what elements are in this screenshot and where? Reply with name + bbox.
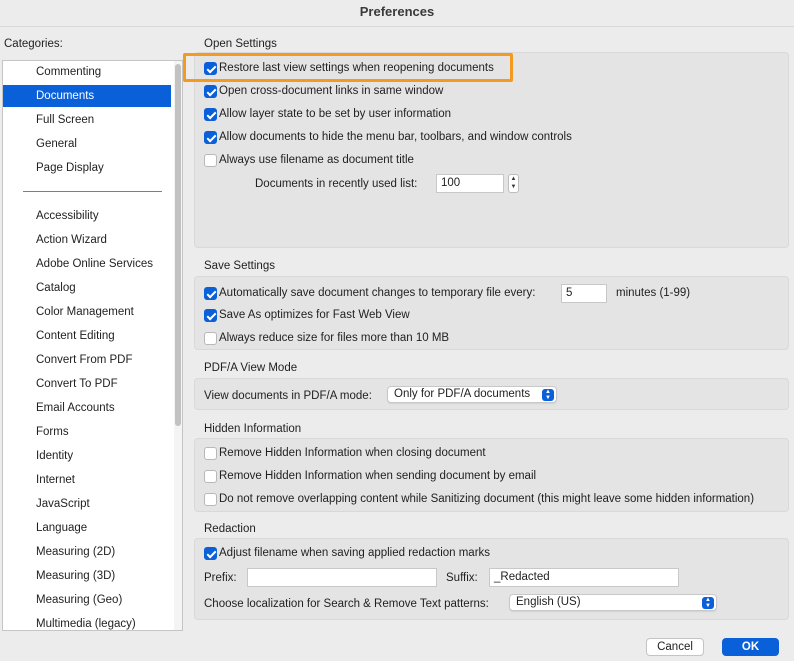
adjust-filename-label: Adjust filename when saving applied reda… [219,547,491,559]
no-remove-overlap-label: Do not remove overlapping content while … [219,493,755,505]
category-forms[interactable]: Forms [3,421,171,443]
pdfa-mode-select[interactable]: Only for PDF/A documents ▲ ▼ [387,386,557,403]
localization-select[interactable]: English (US) ▲ ▼ [509,594,717,611]
category-commenting[interactable]: Commenting [3,61,171,83]
category-measuring-geo[interactable]: Measuring (Geo) [3,589,171,611]
category-adobe-online-services[interactable]: Adobe Online Services [3,253,171,275]
category-separator [23,191,162,192]
category-convert-from-pdf[interactable]: Convert From PDF [3,349,171,371]
localization-value: English (US) [516,596,581,608]
hide-menu-bar-label: Allow documents to hide the menu bar, to… [219,131,572,143]
cancel-button[interactable]: Cancel [646,638,704,656]
chevron-updown-icon: ▲ ▼ [542,389,554,401]
category-color-management[interactable]: Color Management [3,301,171,323]
recent-list-input[interactable]: 100 [436,174,504,193]
autosave-label: Automatically save document changes to t… [219,287,536,299]
category-full-screen[interactable]: Full Screen [3,109,171,131]
filename-title-checkbox[interactable] [204,154,217,167]
layer-state-label: Allow layer state to be set by user info… [219,108,452,120]
category-language[interactable]: Language [3,517,171,539]
recent-list-label: Documents in recently used list: [255,178,418,190]
no-remove-overlap-checkbox[interactable] [204,493,217,506]
filename-title-label: Always use filename as document title [219,154,414,166]
save-settings-title: Save Settings [204,260,275,272]
category-content-editing[interactable]: Content Editing [3,325,171,347]
recent-list-stepper[interactable]: ▲ ▼ [508,174,519,193]
category-internet[interactable]: Internet [3,469,171,491]
fast-web-view-label: Save As optimizes for Fast Web View [219,309,410,321]
redaction-title: Redaction [204,523,256,535]
localization-label: Choose localization for Search & Remove … [204,598,489,610]
category-catalog[interactable]: Catalog [3,277,171,299]
cross-doc-links-label: Open cross-document links in same window [219,85,444,97]
layer-state-checkbox[interactable] [204,108,217,121]
adjust-filename-checkbox[interactable] [204,547,217,560]
remove-hidden-closing-checkbox[interactable] [204,447,217,460]
category-identity[interactable]: Identity [3,445,171,467]
window-title: Preferences [0,0,794,27]
ok-button[interactable]: OK [722,638,779,656]
reduce-size-label: Always reduce size for files more than 1… [219,332,450,344]
prefix-input[interactable] [247,568,437,587]
category-javascript[interactable]: JavaScript [3,493,171,515]
hide-menu-bar-checkbox[interactable] [204,131,217,144]
category-general[interactable]: General [3,133,171,155]
remove-hidden-email-label: Remove Hidden Information when sending d… [219,470,537,482]
categories-scroll-thumb[interactable] [175,64,181,426]
pdfa-title: PDF/A View Mode [204,362,298,374]
category-measuring-2d[interactable]: Measuring (2D) [3,541,171,563]
highlight-annotation [183,53,513,82]
category-action-wizard[interactable]: Action Wizard [3,229,171,251]
category-multimedia-legacy[interactable]: Multimedia (legacy) [3,613,171,630]
categories-list[interactable]: Commenting Documents Full Screen General… [2,60,183,631]
hidden-info-title: Hidden Information [204,423,302,435]
categories-label: Categories: [4,38,63,50]
category-documents[interactable]: Documents [3,85,171,107]
category-accessibility[interactable]: Accessibility [3,205,171,227]
suffix-input[interactable]: _Redacted [489,568,679,587]
fast-web-view-checkbox[interactable] [204,309,217,322]
category-page-display[interactable]: Page Display [3,157,171,179]
chevron-updown-icon: ▲ ▼ [702,597,714,609]
autosave-unit-label: minutes (1-99) [616,287,691,299]
reduce-size-checkbox[interactable] [204,332,217,345]
cross-doc-links-checkbox[interactable] [204,85,217,98]
category-measuring-3d[interactable]: Measuring (3D) [3,565,171,587]
pdfa-mode-label: View documents in PDF/A mode: [204,390,372,402]
pdfa-mode-value: Only for PDF/A documents [394,388,531,400]
prefix-label: Prefix: [204,572,237,584]
autosave-checkbox[interactable] [204,287,217,300]
category-email-accounts[interactable]: Email Accounts [3,397,171,419]
suffix-label: Suffix: [446,572,478,584]
autosave-interval-input[interactable]: 5 [561,284,607,303]
category-convert-to-pdf[interactable]: Convert To PDF [3,373,171,395]
remove-hidden-closing-label: Remove Hidden Information when closing d… [219,447,486,459]
remove-hidden-email-checkbox[interactable] [204,470,217,483]
open-settings-title: Open Settings [204,38,277,50]
